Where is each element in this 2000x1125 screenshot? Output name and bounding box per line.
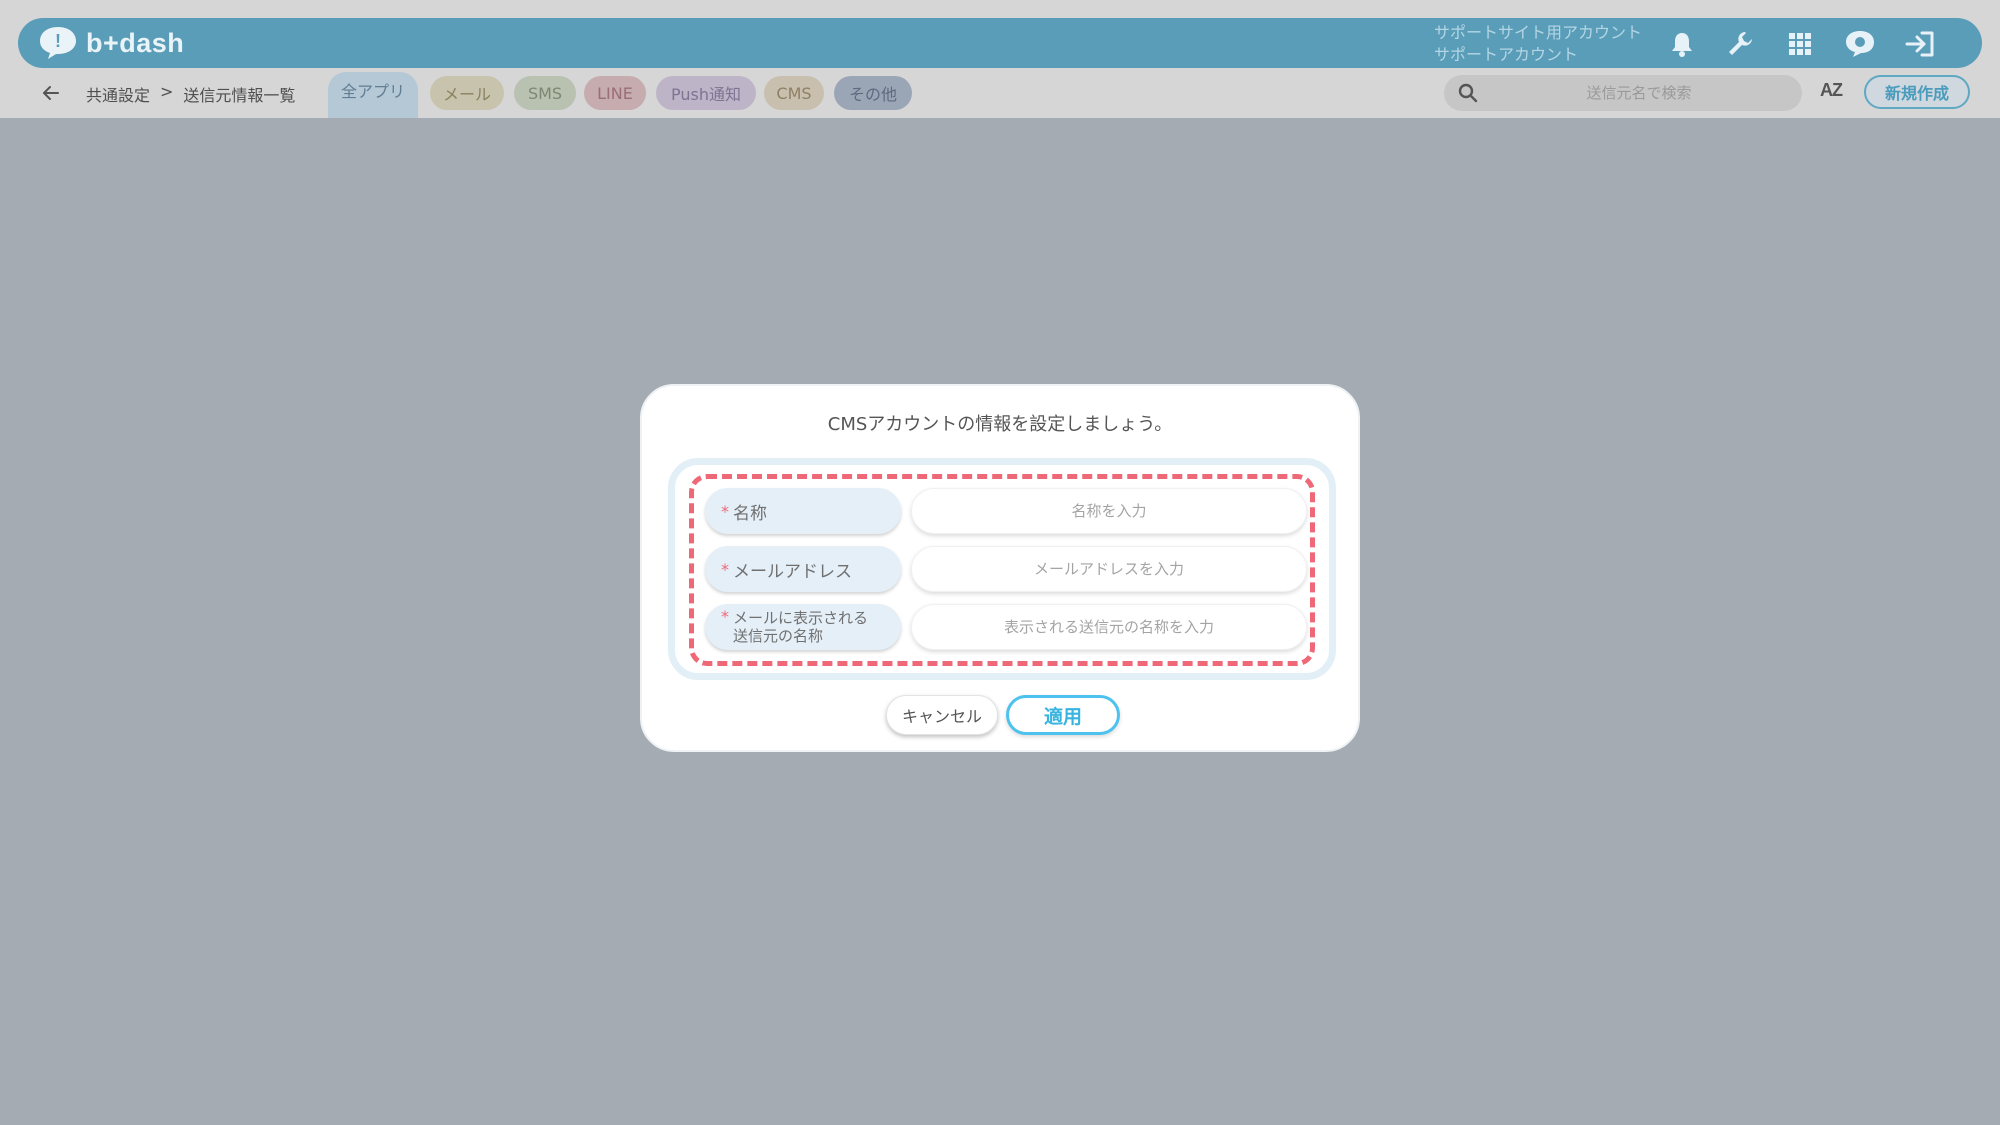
sender-name-label-line-2: 送信元の名称 [733, 627, 824, 645]
tab-sms[interactable]: SMS [514, 76, 576, 110]
required-mark: * [721, 559, 729, 579]
name-input[interactable] [912, 489, 1306, 533]
account-line-1: サポートサイト用アカウント [1434, 23, 1643, 42]
account-line-2: サポートアカウント [1434, 45, 1579, 64]
apply-button[interactable]: 適用 [1006, 695, 1120, 735]
cancel-button[interactable]: キャンセル [886, 695, 998, 735]
logout-icon[interactable] [1904, 28, 1936, 60]
name-field[interactable] [911, 488, 1307, 534]
cms-account-modal: CMSアカウントの情報を設定しましょう。 * 名称 * メールアドレス * メー… [640, 384, 1360, 752]
apps-grid-icon[interactable] [1784, 28, 1816, 60]
chat-badge-icon[interactable] [1844, 28, 1876, 60]
sender-name-label: * メールに表示される 送信元の名称 [705, 604, 901, 650]
sender-name-label-line-1: メールに表示される [733, 609, 869, 627]
tab-push[interactable]: Push通知 [656, 76, 756, 110]
search-icon [1458, 83, 1478, 103]
tab-cms[interactable]: CMS [764, 76, 824, 110]
bell-icon[interactable] [1666, 28, 1698, 60]
logo-bubble-icon: ! [40, 27, 76, 59]
account-name[interactable]: サポートサイト用アカウント サポートアカウント [1434, 22, 1642, 66]
email-input[interactable] [912, 547, 1306, 591]
back-arrow-icon[interactable] [40, 82, 62, 104]
sender-name-field[interactable] [911, 604, 1307, 650]
breadcrumb-current: 送信元情報一覧 [183, 86, 296, 105]
form-panel: * 名称 * メールアドレス * メールに表示される 送信元の名称 [668, 458, 1336, 680]
sender-name-label-text: メールに表示される 送信元の名称 [733, 609, 868, 645]
svg-text:!: ! [55, 31, 61, 51]
tab-line[interactable]: LINE [584, 76, 646, 110]
app-root: ! b+dash サポートサイト用アカウント サポートアカウント 共通設定 > … [0, 0, 2000, 1125]
required-mark: * [721, 501, 729, 521]
new-create-button[interactable]: 新規作成 [1864, 75, 1970, 109]
sender-name-input[interactable] [912, 605, 1306, 649]
search-input[interactable] [1484, 75, 1794, 111]
email-label-text: メールアドレス [733, 561, 852, 582]
modal-title: CMSアカウントの情報を設定しましょう。 [827, 414, 1173, 435]
name-label: * 名称 [705, 488, 901, 534]
header-area: ! b+dash サポートサイト用アカウント サポートアカウント 共通設定 > … [0, 0, 2000, 118]
tab-mail[interactable]: メール [430, 76, 504, 110]
tab-other[interactable]: その他 [834, 76, 912, 110]
breadcrumb-parent[interactable]: 共通設定 [86, 82, 150, 106]
name-label-text: 名称 [733, 503, 767, 524]
top-bar: ! b+dash サポートサイト用アカウント サポートアカウント [18, 18, 1982, 68]
sort-az-icon[interactable]: AZ [1820, 80, 1843, 101]
breadcrumb: 共通設定 > 送信元情報一覧 [86, 82, 295, 106]
email-label: * メールアドレス [705, 546, 901, 592]
breadcrumb-separator: > [160, 82, 174, 101]
logo-text: b+dash [86, 27, 185, 58]
wrench-icon[interactable] [1724, 28, 1756, 60]
logo[interactable]: ! b+dash [38, 24, 184, 62]
required-mark: * [721, 607, 729, 626]
email-field[interactable] [911, 546, 1307, 592]
tab-all-apps[interactable]: 全アプリ [328, 72, 418, 118]
search-box [1444, 75, 1802, 111]
